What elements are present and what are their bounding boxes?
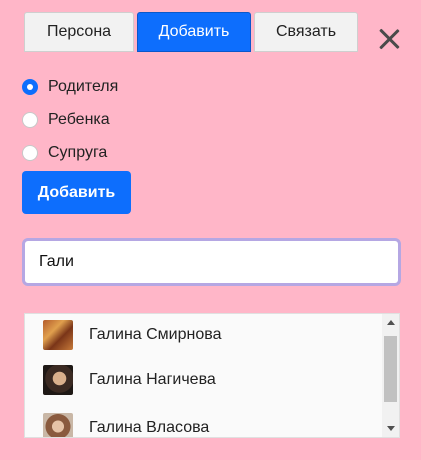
tab-add[interactable]: Добавить xyxy=(137,12,251,52)
list-item[interactable]: Галина Нагичева xyxy=(25,356,381,404)
radio-label-parent: Родителя xyxy=(48,78,119,95)
radio-label-child: Ребенка xyxy=(48,111,110,128)
result-name: Галина Власова xyxy=(89,419,210,436)
tab-person[interactable]: Персона xyxy=(24,12,134,52)
list-item[interactable]: Галина Смирнова xyxy=(25,314,381,356)
avatar xyxy=(43,365,73,395)
search-results-list: Галина Смирнова Галина Нагичева Галина В… xyxy=(24,313,400,438)
radio-option-spouse[interactable]: Супруга xyxy=(22,142,118,164)
relation-radio-group: Родителя Ребенка Супруга xyxy=(22,76,118,175)
radio-label-spouse: Супруга xyxy=(48,144,108,161)
result-name: Галина Нагичева xyxy=(89,371,216,388)
radio-button-spouse[interactable] xyxy=(22,145,38,161)
radio-option-parent[interactable]: Родителя xyxy=(22,76,118,98)
scroll-up-arrow-icon[interactable] xyxy=(382,314,399,331)
avatar xyxy=(43,320,73,350)
add-button[interactable]: Добавить xyxy=(22,171,131,214)
radio-button-child[interactable] xyxy=(22,112,38,128)
radio-option-child[interactable]: Ребенка xyxy=(22,109,118,131)
scrollbar[interactable] xyxy=(382,314,399,437)
tab-link[interactable]: Связать xyxy=(254,12,358,52)
results-container: Галина Смирнова Галина Нагичева Галина В… xyxy=(25,314,381,437)
scroll-down-arrow-icon[interactable] xyxy=(382,420,399,437)
search-input[interactable] xyxy=(22,238,401,286)
close-icon[interactable] xyxy=(376,26,402,52)
result-name: Галина Смирнова xyxy=(89,326,222,343)
radio-button-parent[interactable] xyxy=(22,79,38,95)
scrollbar-thumb[interactable] xyxy=(384,336,397,402)
tab-bar: Персона Добавить Связать xyxy=(24,12,358,52)
avatar xyxy=(43,413,73,437)
list-item[interactable]: Галина Власова xyxy=(25,404,381,437)
